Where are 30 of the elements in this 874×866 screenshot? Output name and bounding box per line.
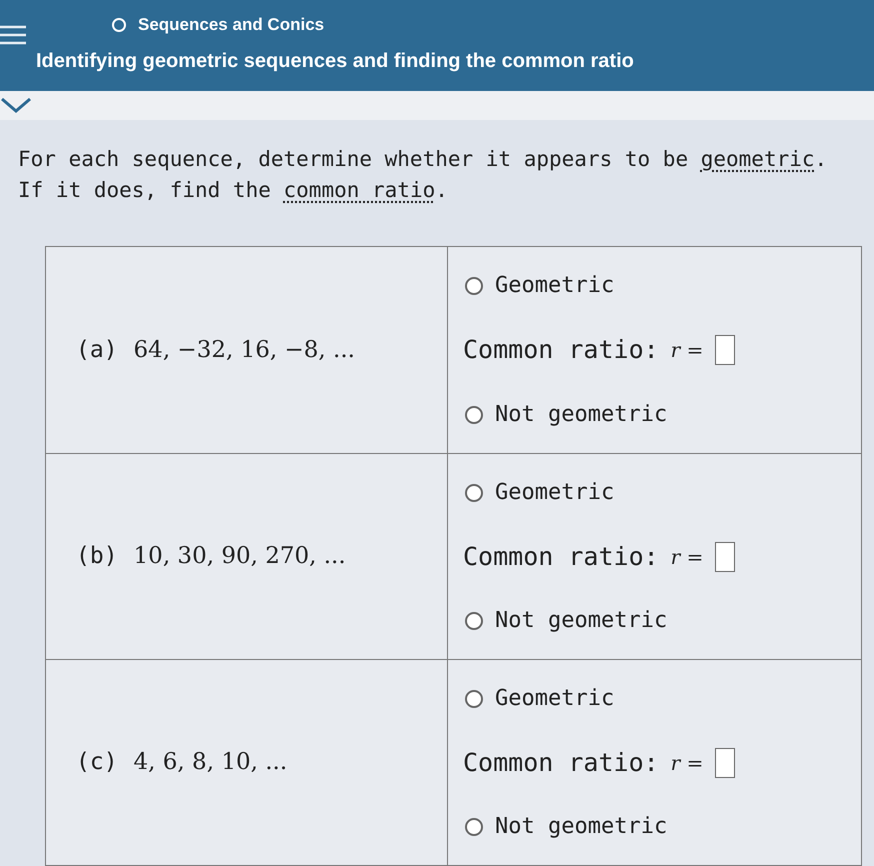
instruction-text: For each sequence, determine whether it appears to be geometric. <box>18 146 828 173</box>
radio-option[interactable]: Geometric <box>465 476 614 509</box>
ratio-label: Common ratio: <box>463 540 659 573</box>
part-label: (a) <box>76 336 118 365</box>
ratio-variable: r = <box>670 750 704 776</box>
sequence-text: 10, 30, 90, 270, ... <box>134 542 346 572</box>
lesson-title: Identifying geometric sequences and finding the common ratio <box>36 48 634 74</box>
menu-icon[interactable] <box>0 24 26 46</box>
answer-box[interactable] <box>715 335 736 365</box>
glossary-link[interactable]: geometric <box>700 147 815 171</box>
instruction-text: If it does, find the common ratio. <box>18 177 449 204</box>
ratio-variable: r = <box>670 544 704 570</box>
radio-option[interactable]: Geometric <box>465 682 614 715</box>
chevron-down-icon[interactable] <box>0 97 32 114</box>
radio-option[interactable]: Not geometric <box>465 398 668 431</box>
answer-box[interactable] <box>715 748 736 778</box>
radio-option[interactable]: Geometric <box>465 269 614 302</box>
ratio-variable: r = <box>670 337 704 364</box>
part-label: (c) <box>76 748 118 778</box>
part-label: (b) <box>76 542 118 572</box>
topic-title: Sequences and Conics <box>138 14 324 36</box>
sequence-text: 4, 6, 8, 10, ... <box>134 748 288 778</box>
radio-option[interactable]: Not geometric <box>465 604 668 637</box>
ratio-label: Common ratio: <box>463 746 659 779</box>
status-icon <box>112 18 126 32</box>
sequence-text: 64, −32, 16, −8, ... <box>134 336 355 365</box>
answer-box[interactable] <box>715 542 736 572</box>
glossary-link[interactable]: common ratio <box>284 178 436 202</box>
radio-option[interactable]: Not geometric <box>465 810 668 843</box>
ratio-label: Common ratio: <box>463 334 659 366</box>
